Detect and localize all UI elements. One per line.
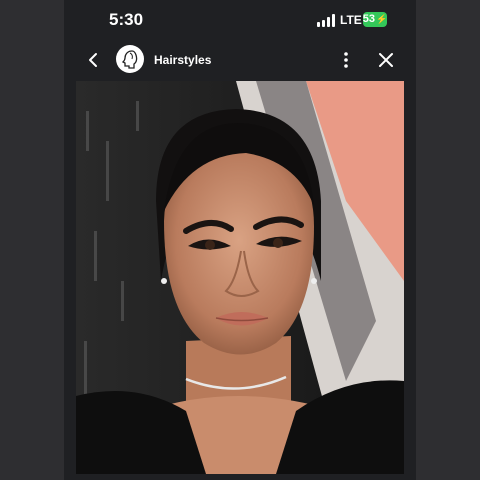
- battery-icon: 53 ⚡: [363, 12, 387, 27]
- charging-bolt-icon: ⚡: [376, 14, 388, 24]
- status-bar: 5:30 LTE 53 ⚡: [64, 0, 416, 40]
- app-bar: Hairstyles: [64, 40, 416, 80]
- vertical-dots-icon: [344, 52, 348, 68]
- signal-icon: [317, 14, 337, 27]
- phone-screen: 5:30 LTE 53 ⚡ Hairstyles: [64, 0, 416, 480]
- status-time: 5:30: [109, 10, 144, 29]
- close-button[interactable]: [376, 50, 396, 70]
- more-options-button[interactable]: [336, 49, 356, 71]
- back-button[interactable]: [84, 50, 104, 70]
- battery-level: 53: [362, 13, 376, 25]
- portrait-photo[interactable]: [76, 81, 404, 474]
- page-title: Hairstyles: [154, 53, 212, 67]
- network-label: LTE: [340, 13, 362, 27]
- close-icon: [379, 53, 393, 67]
- avatar[interactable]: [116, 45, 144, 73]
- chevron-left-icon: [89, 53, 97, 67]
- head-silhouette-icon: [121, 50, 138, 69]
- portrait-image: [76, 81, 404, 474]
